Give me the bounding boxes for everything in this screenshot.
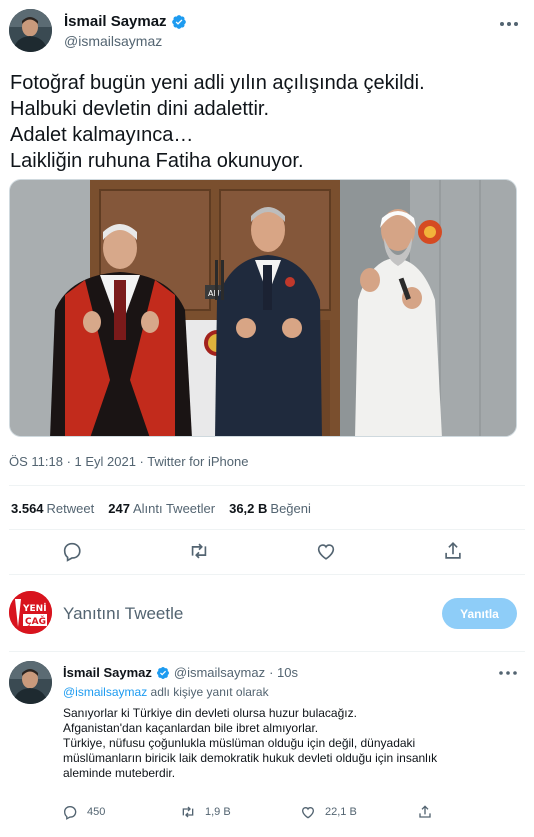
stat-likes[interactable]: 36,2 B Beğeni [229,501,311,516]
reply-share-action[interactable] [417,804,433,820]
tweet-text-line: Fotoğraf bugün yeni adli yılın açılışınd… [10,72,425,94]
reply-author-row: İsmail Saymaz @ismailsaymaz · 10s [63,665,298,680]
reply-to-context: @ismailsaymaz adlı kişiye yanıt olarak [63,685,269,699]
share-icon [419,805,431,818]
retweet-count: 1,9 B [205,806,231,818]
tweet-text: Fotoğraf bugün yeni adli yılın açılışınd… [10,70,520,174]
reply-icon [63,806,77,820]
verified-badge-icon [171,14,186,29]
divider [9,574,525,575]
reply-button[interactable]: Yanıtla [442,598,517,629]
more-icon[interactable] [498,16,520,32]
author-handle[interactable]: @ismailsaymaz [64,33,162,49]
current-user-avatar[interactable]: YENİ ÇAĞ [9,591,52,634]
author-name-row: İsmail Saymaz [64,13,187,30]
reply-time[interactable]: · 10s [269,665,298,680]
stat-quotes-label: Alıntı Tweetler [132,501,216,516]
stat-likes-label: Beğeni [270,501,311,516]
reply-text-line: müslümanların biricik laik demokratik hu… [63,751,438,765]
tweet-meta[interactable]: ÖS 11:18 · 1 Eyl 2021 · Twitter for iPho… [9,454,248,469]
divider [9,529,525,530]
like-icon[interactable] [315,540,337,562]
retweet-icon [182,806,194,818]
stat-retweets-label: Retweet [46,501,95,516]
avatar-text-top: YENİ [22,603,47,614]
stat-quotes[interactable]: 247 Alıntı Tweetler [108,501,215,516]
stat-retweets[interactable]: 3.564 Retweet [11,501,94,516]
verified-badge-icon [156,666,169,679]
divider [9,485,525,486]
author-name[interactable]: İsmail Saymaz [64,13,167,30]
reply-text-line: Afganistan'dan kaçanlardan bile ibret al… [63,721,319,735]
tweet-text-line: Laikliğin ruhuna Fatiha okunuyor. [10,150,304,172]
reply-count: 450 [87,806,106,818]
reply-text-line: Türkiye, nüfusu çoğunlukla müslüman oldu… [63,736,416,750]
stat-retweets-value: 3.564 [11,501,44,516]
reply-author-avatar[interactable] [9,661,52,704]
share-icon[interactable] [442,540,464,562]
retweet-icon[interactable] [188,540,210,562]
reply-text-line: aleminde muteberdir. [63,766,176,780]
tweet-stats: 3.564 Retweet 247 Alıntı Tweetler 36,2 B Be… [11,501,311,516]
tweet-text-line: Adalet kalmayınca… [10,124,194,146]
tweet-header: İsmail Saymaz @ismailsaymaz [0,0,534,60]
reply-author-name[interactable]: İsmail Saymaz [63,665,152,680]
reply-input[interactable]: Yanıtını Tweetle [63,604,183,624]
author-avatar[interactable] [9,9,52,52]
reply-reply-action[interactable]: 450 [62,804,105,820]
tweet-actions [0,540,534,566]
tweet-photo[interactable]: ANKA [9,179,517,437]
reply-tweet[interactable]: İsmail Saymaz @ismailsaymaz · 10s @ismai… [0,652,534,837]
reply-author-handle[interactable]: @ismailsaymaz [174,665,265,680]
reply-text: Sanıyorlar ki Türkiye din devleti olursa… [63,706,523,781]
reply-retweet-action[interactable]: 1,9 B [180,804,231,820]
reply-like-action[interactable]: 22,1 B [300,804,357,820]
reply-to-suffix: adlı kişiye yanıt olarak [147,685,269,699]
reply-icon[interactable] [61,540,83,562]
reply-to-mention[interactable]: @ismailsaymaz [63,685,147,699]
tweet-text-line: Halbuki devletin dini adalettir. [10,98,270,120]
like-icon [301,806,315,819]
stat-quotes-value: 247 [108,501,130,516]
reply-text-line: Sanıyorlar ki Türkiye din devleti olursa… [63,706,357,720]
like-count: 22,1 B [325,806,357,818]
more-icon[interactable] [498,666,518,680]
stat-likes-value: 36,2 B [229,501,268,516]
reply-actions: 450 1,9 B 22,1 B [0,804,534,824]
avatar-text-bottom: ÇAĞ [25,615,46,627]
reply-compose: YENİ ÇAĞ Yanıtını Tweetle Yanıtla [0,585,534,643]
